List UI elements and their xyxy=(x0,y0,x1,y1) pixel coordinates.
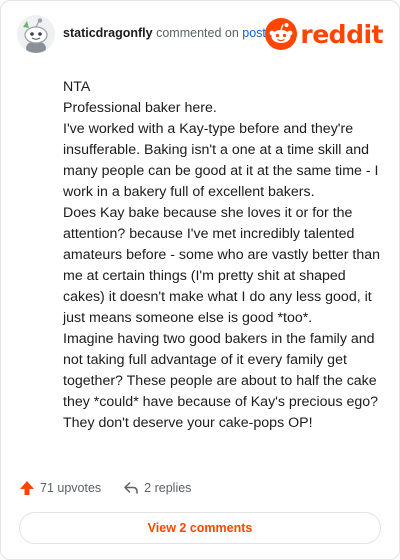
comment-meta: staticdragonfly commented on post xyxy=(63,26,266,40)
comment-line: Imagine having two good bakers in the fa… xyxy=(63,331,379,431)
reddit-wordmark: reddit xyxy=(300,19,383,49)
comment-actions: 71 upvotes 2 replies xyxy=(19,478,191,498)
username-link[interactable]: staticdragonfly xyxy=(63,26,153,40)
upvote-count: 71 upvotes xyxy=(40,481,102,495)
upvote-button[interactable]: 71 upvotes xyxy=(19,480,101,496)
comment-line: Professional baker here. xyxy=(63,100,217,116)
upvote-arrow-icon xyxy=(20,481,34,495)
reply-count: 2 replies xyxy=(144,481,192,495)
post-link[interactable]: post xyxy=(242,26,266,40)
reddit-snoo-icon xyxy=(265,18,298,50)
comment-body: NTA Professional baker here. I've worked… xyxy=(63,77,385,434)
comment-line: NTA xyxy=(63,79,91,95)
comment-card: staticdragonfly commented on post reddit… xyxy=(0,0,400,560)
comment-line: I've worked with a Kay-type before and t… xyxy=(63,121,379,200)
comment-line: Does Kay bake because she loves it or fo… xyxy=(63,205,381,326)
action-text: commented on xyxy=(156,26,239,40)
comment-header: staticdragonfly commented on post reddit xyxy=(17,15,383,55)
view-comments-button[interactable]: View 2 comments xyxy=(19,512,381,544)
replies-button[interactable]: 2 replies xyxy=(123,480,191,496)
avatar[interactable] xyxy=(17,15,55,53)
snoo-avatar-icon xyxy=(17,15,55,53)
reddit-logo[interactable]: reddit xyxy=(265,17,383,51)
reply-arrow-icon xyxy=(124,482,138,494)
